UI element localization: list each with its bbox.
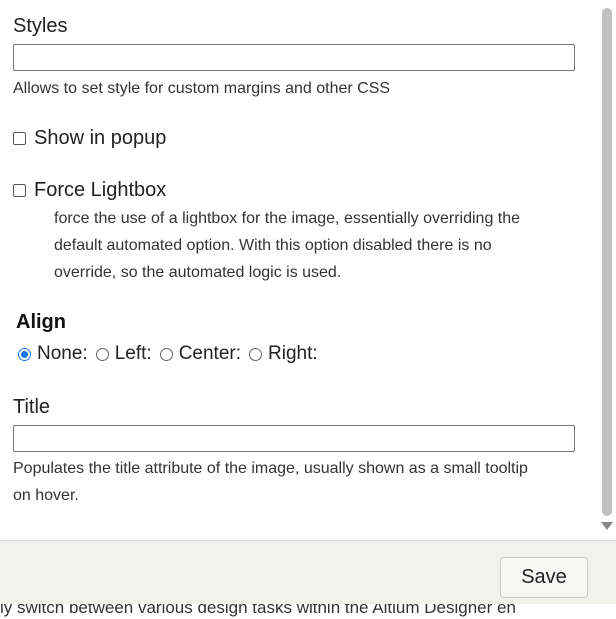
title-input[interactable]: [13, 425, 575, 452]
title-help-line: Populates the title attribute of the ima…: [13, 460, 528, 477]
force-lightbox-checkbox[interactable]: [13, 184, 26, 197]
force-lightbox-help-line: default automated option. With this opti…: [54, 237, 492, 254]
align-right-radio[interactable]: [249, 347, 262, 361]
align-radio-group: None: Left: Center: Right:: [16, 343, 324, 365]
styles-input[interactable]: [13, 44, 575, 71]
align-right-label: Right:: [268, 343, 318, 364]
align-none-label: None:: [37, 343, 88, 364]
force-lightbox-help-line: force the use of a lightbox for the imag…: [54, 210, 521, 227]
align-center-label: Center:: [178, 343, 241, 364]
show-in-popup-label: Show in popup: [34, 127, 167, 149]
title-help-line: on hover.: [13, 487, 79, 504]
align-none-radio[interactable]: [18, 347, 31, 361]
background-page-line: ly switch between various design tasks w…: [0, 604, 516, 617]
force-lightbox-help-line: override, so the automated logic is used…: [54, 264, 342, 281]
force-lightbox-row[interactable]: Force Lightbox: [13, 179, 166, 202]
show-in-popup-checkbox[interactable]: [13, 132, 26, 145]
align-center-radio[interactable]: [159, 347, 173, 361]
align-left-label: Left:: [114, 343, 152, 364]
dialog-footer: Save: [0, 540, 616, 604]
background-page-text: ly switch between various design tasks w…: [0, 604, 616, 619]
title-label: Title: [13, 396, 51, 418]
styles-label: Styles: [13, 15, 68, 37]
force-lightbox-label: Force Lightbox: [34, 179, 167, 201]
show-in-popup-row[interactable]: Show in popup: [13, 127, 166, 150]
align-left-radio[interactable]: [95, 347, 109, 361]
image-properties-dialog: Styles Allows to set style for custom ma…: [0, 0, 616, 619]
styles-help-text: Allows to set style for custom margins a…: [13, 80, 391, 97]
force-lightbox-help: force the use of a lightbox for the imag…: [54, 205, 574, 286]
dialog-content: Styles Allows to set style for custom ma…: [0, 0, 598, 540]
save-button[interactable]: Save: [500, 557, 588, 598]
scrollbar-thumb[interactable]: [602, 8, 612, 516]
align-title: Align: [16, 311, 66, 333]
content-scrollbar[interactable]: [598, 0, 616, 540]
title-help-text: Populates the title attribute of the ima…: [13, 455, 583, 509]
scroll-down-arrow-icon[interactable]: [601, 522, 613, 530]
